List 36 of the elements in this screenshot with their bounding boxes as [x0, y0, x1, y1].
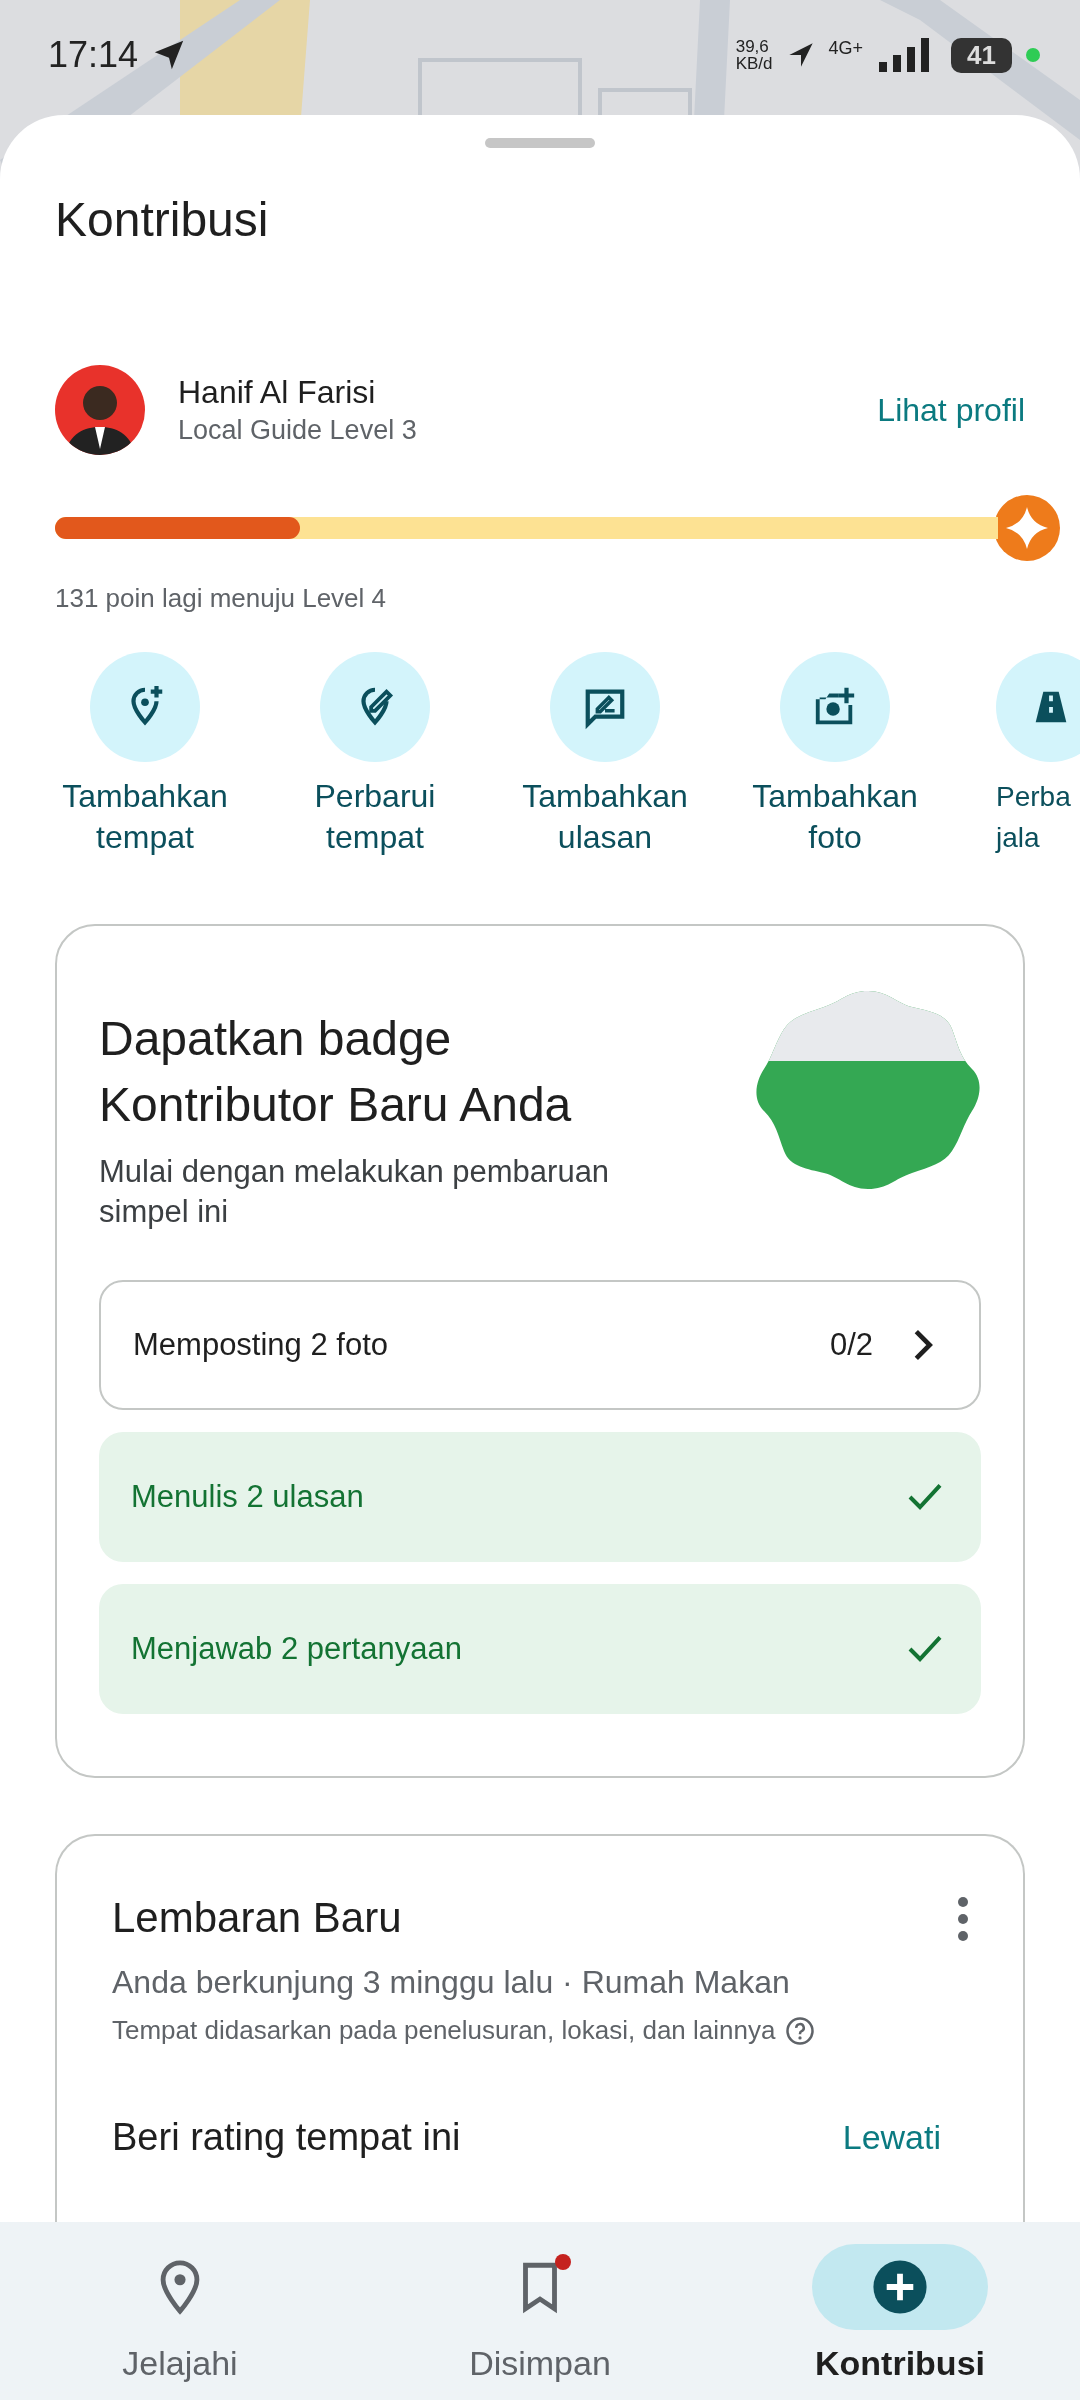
card-title: Lembaran Baru — [112, 1894, 403, 1942]
nav-tab[interactable]: Kontribusi — [720, 2222, 1080, 2400]
task-label: Menulis 2 ulasan — [131, 1479, 365, 1515]
star-badge-icon — [994, 495, 1060, 561]
task-row[interactable]: Menjawab 2 pertanyaan — [99, 1584, 981, 1714]
user-name: Hanif Al Farisi — [178, 374, 377, 411]
rating-prompt: Beri rating tempat ini — [112, 2116, 462, 2159]
action-button[interactable]: Tambahkan foto — [720, 652, 950, 858]
skip-button[interactable]: Lewati — [842, 2118, 941, 2157]
task-label: Menjawab 2 pertanyaan — [131, 1631, 463, 1667]
network-type: 4G+ — [828, 38, 864, 59]
help-icon[interactable] — [785, 2015, 816, 2046]
action-button[interactable]: Tambahkan ulasan — [490, 652, 720, 858]
task-count: 0/2 — [829, 1327, 873, 1363]
drag-handle[interactable] — [485, 138, 595, 148]
battery-level: 41 — [951, 37, 1012, 73]
info-note: Tempat didasarkan pada penelusuran, lokasi, dan lainnya — [112, 2015, 776, 2046]
network-speed: 39,6 — [735, 38, 770, 55]
view-profile-link[interactable]: Lihat profil — [877, 391, 1025, 429]
task-row[interactable]: Memposting 2 foto 0/2 — [99, 1280, 981, 1410]
page-title: Kontribusi — [55, 192, 270, 247]
add-icon — [871, 2258, 929, 2316]
card-subtitle: Mulai dengan melakukan pembaruan simpel ini — [99, 1153, 611, 1231]
action-button[interactable]: Perbarui tempat — [260, 652, 490, 858]
task-label: Memposting 2 foto — [133, 1327, 390, 1363]
card-title: Dapatkan badge Kontributor Baru Anda — [99, 1011, 573, 1133]
guide-level: Local Guide Level 3 — [178, 415, 418, 446]
clock: 17:14 — [48, 34, 139, 76]
visit-info: Anda berkunjung 3 minggu lalu · Rumah Makan — [112, 1964, 791, 2001]
action-button[interactable]: Perba jala — [950, 652, 1080, 858]
progress-note: 131 poin lagi menuju Level 4 — [55, 583, 388, 614]
nav-tab[interactable]: Disimpan — [360, 2222, 720, 2400]
network-speed-unit: KB/d — [735, 55, 773, 72]
task-row[interactable]: Menulis 2 ulasan — [99, 1432, 981, 1562]
nav-tab[interactable]: Jelajahi — [0, 2222, 360, 2400]
action-button[interactable]: Tambahkan tempat — [30, 652, 260, 858]
